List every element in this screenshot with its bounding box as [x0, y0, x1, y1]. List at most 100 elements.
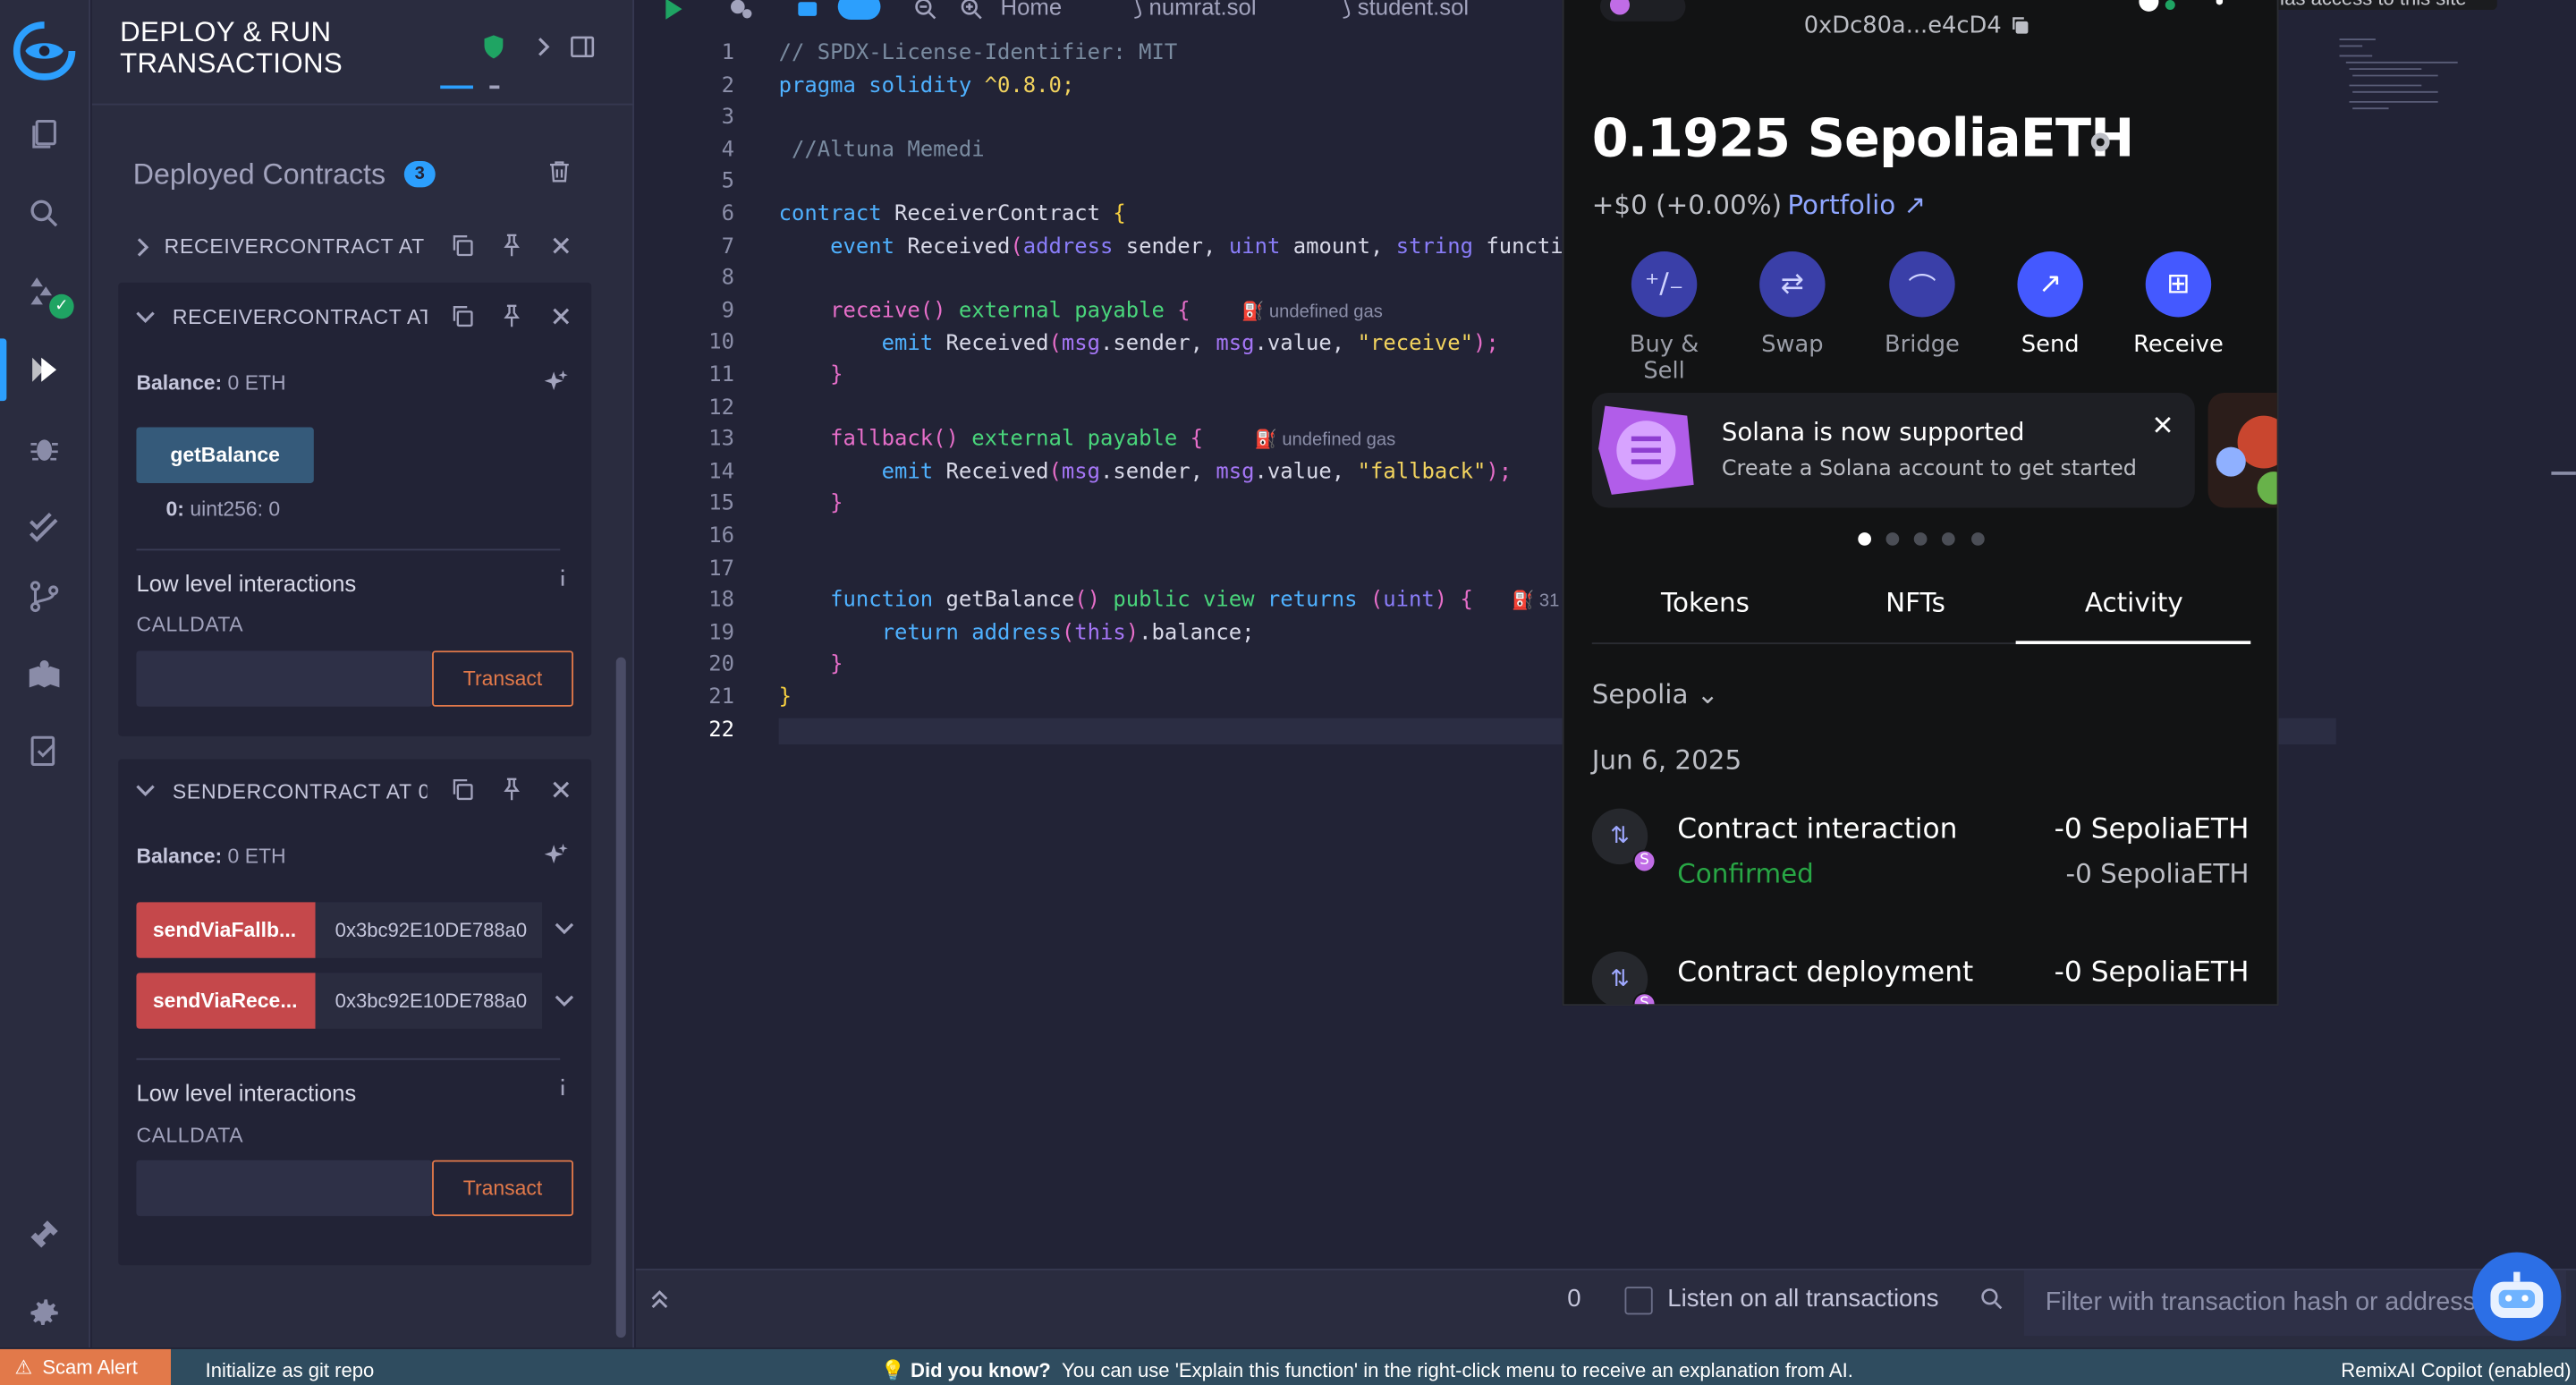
- learneth-icon[interactable]: [20, 650, 69, 700]
- code-line-18[interactable]: function getBalance() public view return…: [779, 589, 1559, 614]
- contract-name[interactable]: RECEIVERCONTRACT AT 0X: [165, 235, 428, 259]
- zoom-in-icon[interactable]: [958, 0, 986, 23]
- info-icon[interactable]: [548, 1073, 576, 1100]
- copilot-status[interactable]: RemixAI Copilot (enabled): [2341, 1359, 2571, 1382]
- buy-sell-button[interactable]: ⁺∕₋ Buy & Sell: [1606, 251, 1722, 385]
- chevron-down-icon[interactable]: [550, 986, 578, 1014]
- eye-icon[interactable]: [2087, 128, 2114, 156]
- testing-icon[interactable]: [20, 503, 69, 552]
- carousel-dot-active[interactable]: [1858, 532, 1872, 546]
- code-line-19[interactable]: return address(this).balance;: [779, 621, 1255, 646]
- search-icon[interactable]: [1978, 1285, 2005, 1313]
- code-line-14[interactable]: emit Received(msg.sender, msg.value, "fa…: [779, 460, 1513, 485]
- shield-icon[interactable]: [479, 33, 507, 61]
- tab-nfts[interactable]: NFTs: [1810, 587, 2021, 618]
- sparkle-icon[interactable]: [542, 841, 570, 869]
- debugger-icon[interactable]: [20, 424, 69, 473]
- copy-icon[interactable]: [2007, 13, 2032, 38]
- portfolio-link[interactable]: Portfolio ↗: [1787, 189, 1926, 220]
- pin-icon[interactable]: [498, 776, 526, 803]
- remixai-assistant-icon[interactable]: [2472, 1252, 2562, 1341]
- file-explorer-icon[interactable]: [20, 110, 69, 159]
- plugin-manager-icon[interactable]: [20, 1210, 69, 1259]
- code-line-7[interactable]: event Received(address sender, uint amou…: [779, 235, 1563, 260]
- close-icon[interactable]: [547, 232, 575, 259]
- solidity-analyzer-icon[interactable]: [20, 726, 69, 776]
- code-line-6[interactable]: contract ReceiverContract {: [779, 202, 1126, 227]
- network-filter[interactable]: Sepolia ⌄: [1592, 679, 1719, 710]
- close-icon[interactable]: [547, 302, 575, 330]
- swap-button[interactable]: ⇄ Swap: [1735, 251, 1851, 358]
- code-line-1[interactable]: // SPDX-License-Identifier: MIT: [779, 41, 1178, 66]
- trash-icon[interactable]: [546, 157, 573, 185]
- transact-button[interactable]: Transact: [432, 1160, 574, 1217]
- remix-logo-icon[interactable]: [10, 20, 79, 82]
- address-input[interactable]: 0x3bc92E10DE788a0: [315, 902, 543, 958]
- tab-numrat[interactable]: ⟆ numrat.sol: [1133, 0, 1256, 21]
- receive-button[interactable]: ⊞ Receive: [2121, 251, 2236, 358]
- bridge-button[interactable]: ⌒ Bridge: [1865, 251, 1980, 358]
- code-line-15[interactable]: }: [779, 491, 843, 516]
- chevron-right-icon[interactable]: [529, 33, 556, 61]
- git-init-link[interactable]: Initialize as git repo: [206, 1359, 375, 1382]
- scam-alert-button[interactable]: ⚠ Scam Alert: [0, 1348, 172, 1385]
- connected-site-icon[interactable]: [2139, 0, 2159, 12]
- deploy-run-icon[interactable]: [20, 345, 69, 395]
- code-line-10[interactable]: emit Received(msg.sender, msg.value, "re…: [779, 332, 1499, 357]
- code-line-21[interactable]: }: [779, 685, 792, 710]
- code-line-4[interactable]: //Altuna Memedi: [779, 138, 985, 163]
- address-input[interactable]: 0x3bc92E10DE788a0: [315, 973, 543, 1029]
- sendviafallback-button[interactable]: sendViaFallb...: [136, 902, 316, 958]
- send-button[interactable]: ↗ Send: [1993, 251, 2108, 358]
- pin-icon[interactable]: [498, 302, 526, 330]
- tab-home[interactable]: Home: [1001, 0, 1063, 20]
- calldata-input[interactable]: [136, 650, 433, 707]
- chevrons-up-icon[interactable]: [646, 1285, 674, 1313]
- sparkle-icon[interactable]: [542, 368, 570, 395]
- contract-name[interactable]: RECEIVERCONTRACT AT 0: [173, 306, 428, 329]
- tx-title[interactable]: Contract deployment: [1677, 956, 1973, 990]
- chevron-down-icon[interactable]: [131, 302, 159, 330]
- chevron-down-icon[interactable]: [131, 776, 159, 803]
- close-icon[interactable]: [547, 776, 575, 803]
- toggle-panel-icon[interactable]: [568, 33, 596, 61]
- chevron-right-icon[interactable]: [128, 234, 156, 261]
- code-line-20[interactable]: }: [779, 652, 843, 677]
- copy-icon[interactable]: [448, 776, 476, 803]
- code-line-11[interactable]: }: [779, 363, 843, 388]
- tab-activity[interactable]: Activity: [2029, 587, 2239, 618]
- zoom-out-icon[interactable]: [911, 0, 939, 23]
- ai-toggle[interactable]: [837, 0, 881, 21]
- listen-checkbox[interactable]: [1624, 1287, 1653, 1315]
- tab-student[interactable]: ⟆ student.sol: [1343, 0, 1470, 21]
- next-banner-card[interactable]: [2207, 392, 2277, 508]
- chevron-down-icon[interactable]: [550, 913, 578, 941]
- close-icon[interactable]: [2148, 411, 2176, 438]
- sendviareceive-button[interactable]: sendViaRece...: [136, 973, 316, 1029]
- tab-tokens[interactable]: Tokens: [1600, 587, 1810, 618]
- menu-icon[interactable]: [2216, 0, 2224, 5]
- calldata-input[interactable]: [136, 1160, 433, 1217]
- solidity-compiler-icon[interactable]: ✓: [20, 268, 74, 319]
- contract-name[interactable]: SENDERCONTRACT AT 0X:: [173, 780, 428, 803]
- carousel-dot[interactable]: [1885, 532, 1900, 546]
- search-icon[interactable]: [20, 189, 69, 238]
- carousel-dot[interactable]: [1971, 532, 1985, 546]
- info-icon[interactable]: [548, 564, 576, 591]
- copy-icon[interactable]: [448, 302, 476, 330]
- ai-bot-icon[interactable]: [793, 0, 821, 23]
- settings-gear-icon[interactable]: [20, 1288, 69, 1338]
- minimap[interactable]: [2339, 36, 2470, 118]
- pin-icon[interactable]: [498, 232, 526, 259]
- transact-button[interactable]: Transact: [432, 650, 574, 707]
- code-line-9[interactable]: receive() external payable { ⛽ undefined…: [779, 299, 1383, 324]
- carousel-dot[interactable]: [1941, 532, 1955, 546]
- code-line-2[interactable]: pragma solidity ^0.8.0;: [779, 74, 1075, 99]
- account-address[interactable]: 0xDc80a...e4cD4: [1804, 13, 2002, 39]
- copy-icon[interactable]: [448, 232, 476, 259]
- git-icon[interactable]: [20, 572, 69, 621]
- run-settings-icon[interactable]: [726, 0, 754, 23]
- getbalance-button[interactable]: getBalance: [136, 427, 314, 483]
- tx-title[interactable]: Contract interaction: [1677, 813, 1957, 846]
- code-line-13[interactable]: fallback() external payable { ⛽ undefine…: [779, 428, 1395, 453]
